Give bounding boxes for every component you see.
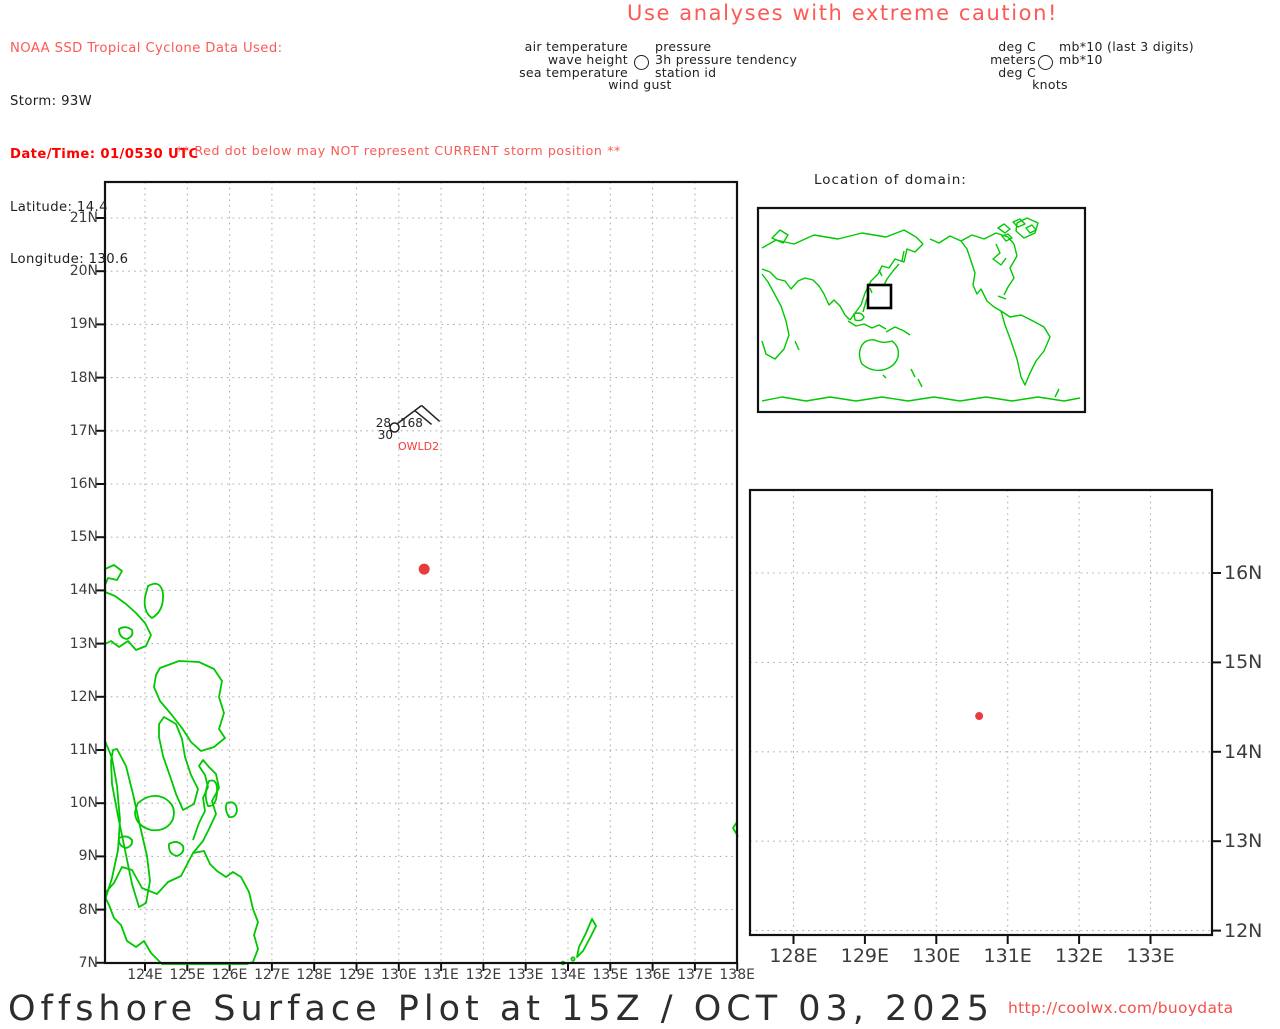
axis-label: 13N	[1224, 830, 1263, 853]
main-map-coastlines	[104, 564, 739, 966]
axis-label: 15N	[69, 529, 98, 546]
buoy-plot-page: { "colors": { "salmon": "#fb5a55", "stro…	[0, 0, 1280, 1029]
axis-label: 14N	[1224, 740, 1263, 763]
world-inset-map	[756, 206, 1087, 414]
axis-label: 135E	[592, 967, 629, 983]
station-pressure: 168	[400, 416, 423, 430]
plot-title: Offshore Surface Plot at 15Z / OCT 03, 2…	[8, 989, 995, 1029]
legend-line: station id	[655, 64, 717, 80]
axis-label: 14N	[69, 582, 98, 599]
station-id-label: OWLD2	[398, 440, 440, 453]
axis-label: 18N	[69, 369, 98, 386]
axis-label: 16N	[69, 476, 98, 492]
axis-label: 19N	[69, 316, 98, 333]
axis-label: 12N	[1224, 919, 1263, 942]
axis-label: 9N	[78, 848, 98, 865]
axis-label: 20N	[69, 263, 98, 280]
legend-line: sea temperature	[519, 64, 628, 80]
axis-label: 127E	[254, 967, 290, 983]
station-legend-left-column: air temperature wave height sea temperatur…	[468, 40, 628, 80]
station-legend-wind-gust: wind gust	[608, 77, 672, 92]
storm-position-warning: ** Red dot below may NOT represent CURRE…	[176, 143, 621, 158]
axis-label: 12N	[69, 688, 98, 705]
axis-label: 124E	[127, 967, 163, 983]
axis-label: 131E	[983, 945, 1032, 967]
caution-banner: Use analyses with extreme caution!	[627, 1, 1059, 25]
axis-label: 129E	[338, 967, 375, 983]
zoom-inset-grid	[750, 490, 1221, 944]
station-legend-right-column: pressure 3h pressure tendency station id	[655, 40, 797, 80]
axis-label: 133E	[507, 967, 544, 983]
axis-label: 21N	[69, 210, 98, 226]
axis-label: 130E	[381, 967, 417, 983]
axis-label: 128E	[769, 945, 818, 967]
axis-label: 136E	[634, 967, 671, 983]
axis-label: 137E	[677, 967, 713, 983]
axis-label: 128E	[296, 967, 332, 983]
axis-label: 8N	[78, 901, 98, 918]
world-inset-title: Location of domain:	[814, 172, 967, 188]
storm-info-id: Storm: 93W	[10, 93, 93, 109]
units-model-circle-icon	[1038, 55, 1053, 70]
axis-label: 132E	[1054, 945, 1104, 967]
axis-label: 11N	[69, 742, 98, 758]
storm-position-dot-inset	[975, 712, 984, 721]
legend-line: mb*10	[1059, 51, 1103, 67]
axis-label: 16N	[1224, 562, 1263, 584]
axis-label: 15N	[1224, 651, 1263, 674]
axis-label: 125E	[169, 967, 206, 983]
axis-label: 131E	[423, 967, 459, 983]
axis-label: 126E	[211, 967, 248, 983]
axis-label: 7N	[78, 954, 98, 971]
axis-label: 13N	[69, 635, 98, 652]
station-model-circle-icon	[634, 55, 649, 70]
units-legend-right-column: mb*10 (last 3 digits) mb*10	[1059, 40, 1194, 67]
units-legend-knots: knots	[1032, 77, 1068, 92]
axis-label: 132E	[465, 967, 502, 983]
axis-label: 17N	[69, 422, 98, 439]
axis-label: 133E	[1126, 945, 1175, 967]
source-url-link[interactable]: http://coolwx.com/buoydata	[1008, 999, 1233, 1017]
domain-location-box	[866, 283, 893, 310]
units-legend-left-column: deg Cmeters deg C	[896, 40, 1036, 80]
axis-label: 129E	[840, 945, 890, 967]
storm-info-source: NOAA SSD Tropical Cyclone Data Used:	[10, 41, 283, 57]
axis-label: 10N	[69, 795, 98, 812]
axis-label: 134E	[550, 967, 586, 983]
station-sea-temp: 30	[377, 428, 393, 442]
legend-line: deg C	[998, 64, 1036, 80]
axis-label: 138E	[719, 967, 755, 983]
axis-label: 130E	[912, 945, 961, 967]
storm-position-dot-main	[418, 563, 430, 575]
